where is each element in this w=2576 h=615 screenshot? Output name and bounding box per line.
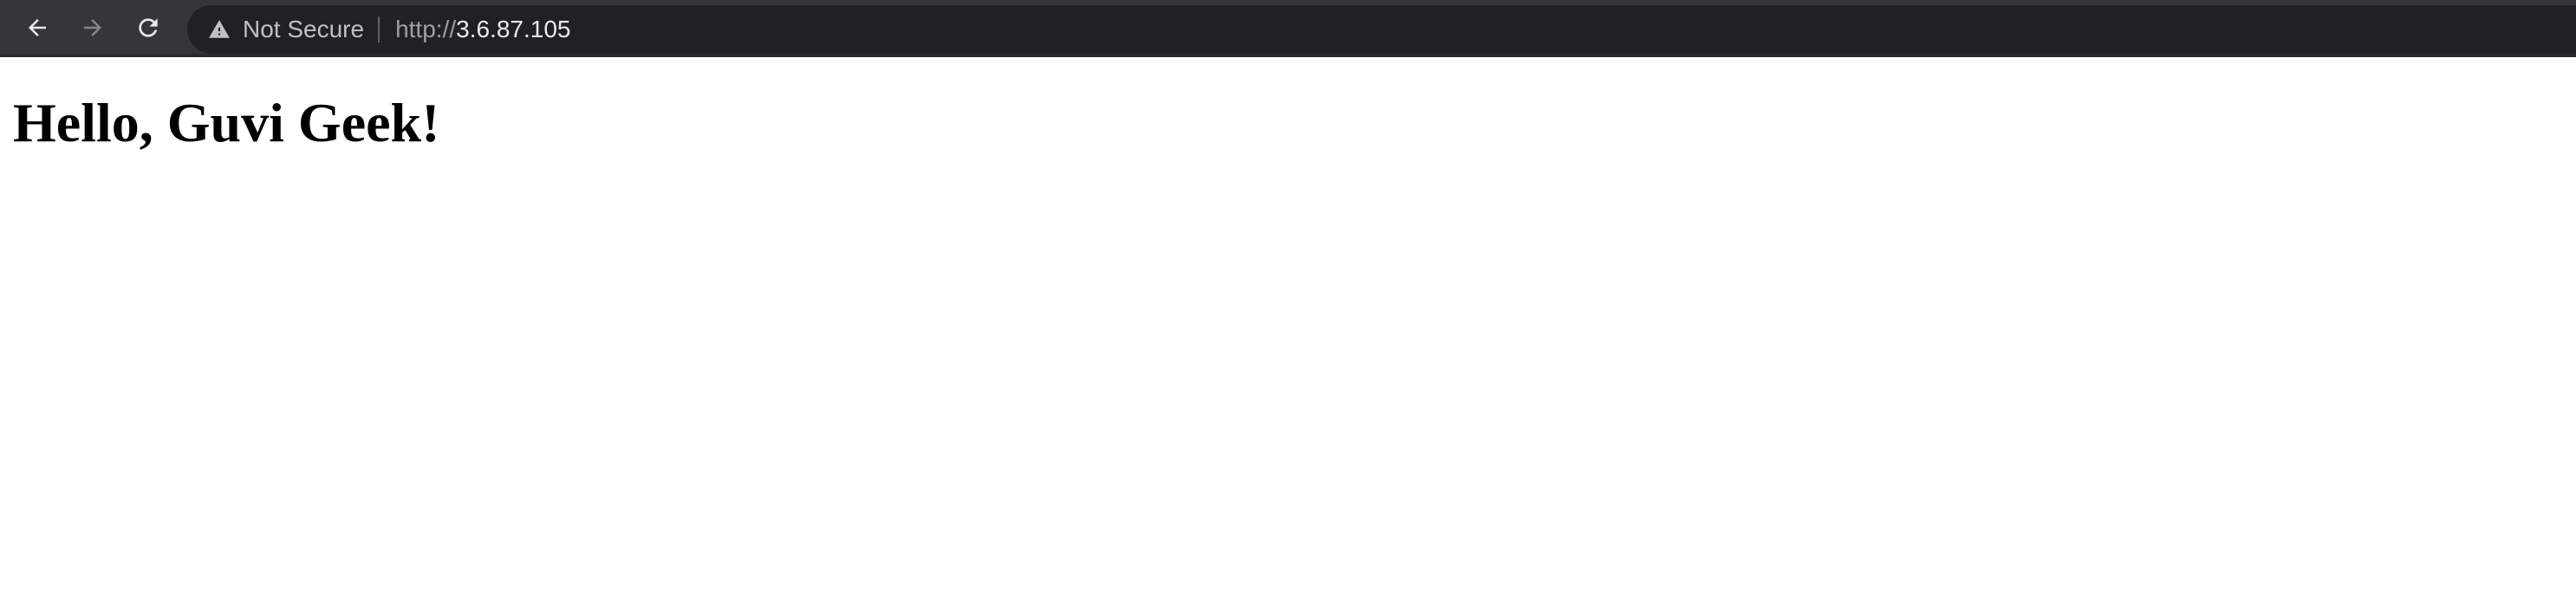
reload-button[interactable] <box>128 8 168 48</box>
forward-button[interactable] <box>73 8 113 48</box>
browser-toolbar: Not Secure http://3.6.87.105 <box>0 0 2576 57</box>
arrow-right-icon <box>84 19 101 36</box>
url-text[interactable]: http://3.6.87.105 <box>395 16 570 43</box>
back-button[interactable] <box>17 8 57 48</box>
omnibox-divider <box>378 16 381 42</box>
arrow-left-icon <box>29 19 46 36</box>
reload-icon <box>139 18 158 37</box>
address-bar[interactable]: Not Secure http://3.6.87.105 <box>187 5 2576 54</box>
security-status-label[interactable]: Not Secure <box>243 16 364 43</box>
page-heading: Hello, Guvi Geek! <box>13 92 440 153</box>
url-host: 3.6.87.105 <box>456 16 571 42</box>
url-scheme: http:// <box>395 16 457 42</box>
warning-triangle-icon[interactable] <box>206 16 232 42</box>
page-content: Hello, Guvi Geek! <box>0 57 2576 615</box>
